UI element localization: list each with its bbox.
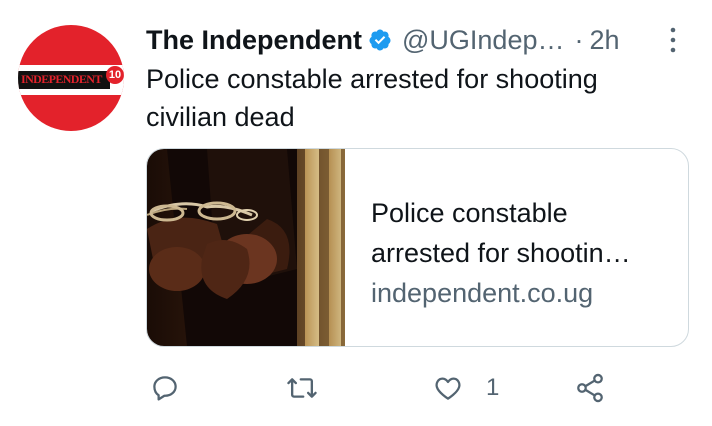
author-name[interactable]: The Independent — [146, 25, 362, 56]
like-count: 1 — [486, 374, 500, 401]
card-title: Police constable arrested for shootin… — [371, 198, 631, 268]
header-separator: · — [574, 24, 584, 55]
share-icon — [574, 372, 606, 404]
tweet-text: Police constable arrested for shooting c… — [146, 64, 598, 132]
like-button[interactable]: 1 — [432, 370, 499, 406]
avatar-logo-text: INDEPENDENT — [21, 72, 102, 86]
reply-icon — [150, 373, 180, 403]
retweet-icon — [286, 373, 318, 403]
avatar[interactable]: INDEPENDENT 10 — [18, 25, 124, 131]
tweet-header: The Independent @UGIndep… · 2h — [146, 20, 706, 60]
more-vertical-icon[interactable] — [666, 26, 680, 54]
author-handle[interactable]: @UGIndep… — [402, 25, 564, 56]
share-button[interactable] — [574, 370, 606, 406]
card-body: Police constable arrested for shootin… i… — [371, 193, 671, 313]
card-image — [147, 149, 345, 346]
action-bar: 1 — [150, 370, 620, 406]
heart-icon — [432, 373, 464, 403]
retweet-button[interactable] — [286, 370, 318, 406]
verified-badge-icon — [368, 28, 392, 52]
link-card[interactable]: Police constable arrested for shootin… i… — [146, 148, 689, 347]
reply-button[interactable] — [150, 370, 180, 406]
tweet-timestamp[interactable]: 2h — [589, 25, 619, 56]
tweet[interactable]: INDEPENDENT 10 The Independent @UGIndep…… — [0, 0, 712, 426]
avatar-logo-badge: 10 — [106, 66, 124, 84]
card-domain: independent.co.ug — [371, 278, 594, 308]
